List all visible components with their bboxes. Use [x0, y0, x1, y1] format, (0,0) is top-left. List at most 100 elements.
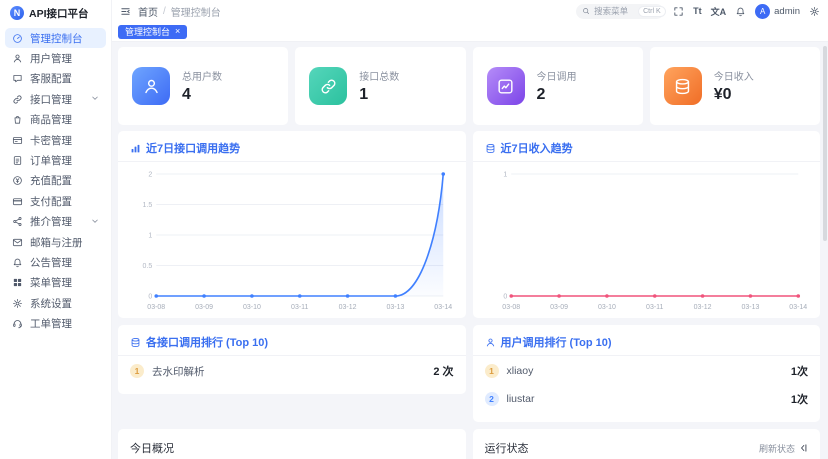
app-window: N API接口平台 管理控制台 用户管理 客服配置 接口管理 商品管理 卡密管理…: [0, 0, 828, 459]
mail-icon: [12, 237, 23, 248]
svg-text:03-13: 03-13: [741, 304, 759, 311]
bell-icon: [12, 257, 23, 268]
panel-collapse-icon[interactable]: [798, 443, 808, 453]
sidebar-item-label: 商品管理: [30, 114, 72, 127]
sidebar-item-tickets[interactable]: 工单管理: [5, 313, 106, 333]
database-icon: [485, 143, 496, 154]
rank-name: 去水印解析: [152, 365, 205, 378]
sidebar-item-label: 充值配置: [30, 175, 72, 188]
stat-card-total-apis: 接口总数 1: [295, 47, 466, 125]
api-ranking-card: 各接口调用排行 (Top 10) 1 去水印解析 2 次: [118, 325, 466, 394]
sidebar-item-email[interactable]: 邮箱与注册: [5, 232, 106, 252]
svg-text:03-10: 03-10: [243, 304, 261, 311]
svg-text:03-11: 03-11: [291, 304, 308, 311]
settings-gear-icon[interactable]: [809, 6, 820, 17]
breadcrumb-separator: /: [163, 5, 166, 17]
refresh-status-link[interactable]: 刷新状态: [759, 442, 795, 455]
ranking-row: 2 liustar 1次: [484, 386, 808, 412]
svg-text:1: 1: [148, 233, 152, 240]
scrollbar-thumb[interactable]: [823, 46, 827, 241]
sidebar-item-system[interactable]: 系统设置: [5, 293, 106, 313]
header: 首页 / 管理控制台 Ctrl K Tt 文A A admin: [112, 0, 828, 22]
sidebar-item-cardkeys[interactable]: 卡密管理: [5, 130, 106, 150]
share-icon: [12, 216, 23, 227]
sidebar-item-referral[interactable]: 推介管理: [5, 212, 106, 232]
card-icon: [12, 135, 23, 146]
app-title: API接口平台: [29, 7, 89, 20]
chart-card-api-calls: 近7日接口调用趋势 0 0.5 1 1.5 2 03-08 03-09 03-10 03-11 0…: [118, 131, 466, 318]
search-input-wrapper[interactable]: Ctrl K: [576, 3, 666, 19]
person-icon: [485, 337, 496, 348]
dashboard-icon: [12, 33, 23, 44]
ranking-row: 1 去水印解析 2 次: [130, 358, 454, 384]
chevron-down-icon: [91, 216, 99, 228]
sidebar-item-api[interactable]: 接口管理: [5, 89, 106, 109]
sidebar-item-announcements[interactable]: 公告管理: [5, 252, 106, 272]
gear-icon: [12, 298, 23, 309]
svg-text:03-09: 03-09: [195, 304, 213, 311]
api-link-icon: [309, 67, 348, 105]
fullscreen-icon[interactable]: [673, 6, 684, 17]
svg-text:1: 1: [503, 172, 507, 179]
search-icon: [582, 7, 590, 15]
user-ranking-card: 用户调用排行 (Top 10) 1 xliaoy 1次 2 liustar 1次: [472, 325, 820, 422]
username: admin: [774, 5, 800, 17]
tab-dashboard[interactable]: 管理控制台 ×: [118, 24, 188, 39]
rankings-row: 各接口调用排行 (Top 10) 1 去水印解析 2 次 用户调用排行 (Top…: [118, 325, 820, 422]
stat-value: 4: [182, 86, 191, 103]
svg-text:0.5: 0.5: [143, 263, 153, 270]
sidebar-item-label: 客服配置: [30, 73, 72, 86]
api-link-icon: [12, 94, 23, 105]
stat-card-today-revenue: 今日收入 ¥0: [649, 47, 820, 125]
search-input[interactable]: [594, 6, 635, 16]
breadcrumb: 首页 / 管理控制台: [138, 4, 221, 19]
svg-text:2: 2: [148, 172, 152, 179]
svg-text:03-08: 03-08: [147, 304, 165, 311]
ranking-row: 1 xliaoy 1次: [484, 358, 808, 384]
user-menu[interactable]: A admin: [755, 3, 800, 19]
sidebar-item-products[interactable]: 商品管理: [5, 110, 106, 130]
svg-text:03-13: 03-13: [386, 304, 404, 311]
translate-icon[interactable]: 文A: [711, 5, 727, 18]
svg-text:03-14: 03-14: [789, 304, 807, 311]
sidebar-menu: 管理控制台 用户管理 客服配置 接口管理 商品管理 卡密管理 订单管理 充值配置…: [0, 28, 111, 334]
menu-fold-icon[interactable]: [120, 6, 131, 17]
sidebar-item-label: 支付配置: [30, 195, 72, 208]
chevron-down-icon: [91, 93, 99, 105]
database-icon: [130, 337, 141, 348]
stat-label: 接口总数: [359, 72, 400, 83]
sidebar-item-label: 系统设置: [30, 297, 72, 310]
svg-text:03-12: 03-12: [339, 304, 357, 311]
tab-close-icon[interactable]: ×: [175, 27, 180, 36]
sidebar-item-label: 用户管理: [30, 53, 72, 66]
run-status-title: 运行状态: [484, 443, 529, 455]
stat-value: 2: [536, 86, 546, 103]
sidebar-item-orders[interactable]: 订单管理: [5, 150, 106, 170]
sidebar-item-dashboard[interactable]: 管理控制台: [5, 28, 106, 49]
app-logo: N API接口平台: [0, 1, 111, 25]
ranking-title: 用户调用排行 (Top 10): [500, 337, 612, 349]
sidebar-item-recharge[interactable]: 充值配置: [5, 171, 106, 191]
order-icon: [12, 155, 23, 166]
recharge-icon: [12, 175, 23, 186]
sidebar-item-payment[interactable]: 支付配置: [5, 191, 106, 211]
avatar: A: [755, 3, 771, 19]
sidebar-item-label: 邮箱与注册: [30, 236, 83, 249]
payment-icon: [12, 196, 23, 207]
sidebar-item-label: 接口管理: [30, 93, 72, 106]
tab-bar: 管理控制台 ×: [112, 22, 828, 42]
font-size-icon[interactable]: Tt: [693, 6, 702, 16]
breadcrumb-home[interactable]: 首页: [138, 4, 158, 19]
sidebar-item-support[interactable]: 客服配置: [5, 69, 106, 89]
logo-badge-icon: N: [10, 6, 24, 20]
svg-text:0: 0: [148, 294, 152, 301]
scrollbar: [823, 46, 827, 426]
sidebar-item-label: 工单管理: [30, 318, 72, 331]
svg-text:0: 0: [503, 294, 507, 301]
sidebar-item-users[interactable]: 用户管理: [5, 48, 106, 68]
sidebar-item-menus[interactable]: 菜单管理: [5, 273, 106, 293]
calls-chart-icon: [486, 67, 525, 105]
today-overview-card: 今日概况: [118, 429, 466, 459]
rank-value: 1次: [790, 366, 808, 378]
bell-icon[interactable]: [735, 6, 746, 17]
